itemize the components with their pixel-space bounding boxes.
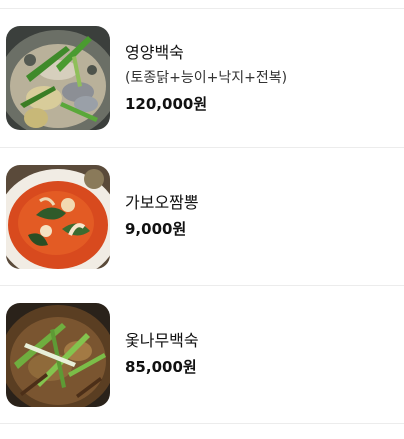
menu-item-photo[interactable]	[6, 165, 110, 269]
menu-list: 영양백숙 (토종닭+능이+낙지+전복) 120,000원 가보오짬뽕 9,000…	[0, 0, 404, 439]
menu-item-photo[interactable]	[6, 26, 110, 130]
divider	[0, 285, 404, 286]
soup-photo-icon	[6, 303, 110, 407]
menu-item-gabo-jjamppong[interactable]: 가보오짬뽕 9,000원	[0, 157, 404, 277]
menu-item-name: 영양백숙	[125, 43, 184, 62]
menu-item-photo[interactable]	[6, 303, 110, 407]
menu-item-price: 9,000원	[125, 220, 187, 238]
menu-item-price: 120,000원	[125, 95, 208, 113]
menu-item-description: (토종닭+능이+낙지+전복)	[125, 70, 288, 86]
soup-photo-icon	[6, 26, 110, 130]
divider	[0, 147, 404, 148]
divider	[0, 8, 404, 9]
menu-item-yeongyang-baeksuk[interactable]: 영양백숙 (토종닭+능이+낙지+전복) 120,000원	[0, 18, 404, 138]
menu-item-otnamu-baeksuk[interactable]: 옻나무백숙 85,000원	[0, 295, 404, 415]
menu-item-name: 가보오짬뽕	[125, 193, 199, 212]
jjamppong-photo-icon	[6, 165, 110, 269]
menu-item-name: 옻나무백숙	[125, 331, 199, 350]
divider	[0, 423, 404, 424]
menu-item-price: 85,000원	[125, 358, 197, 376]
